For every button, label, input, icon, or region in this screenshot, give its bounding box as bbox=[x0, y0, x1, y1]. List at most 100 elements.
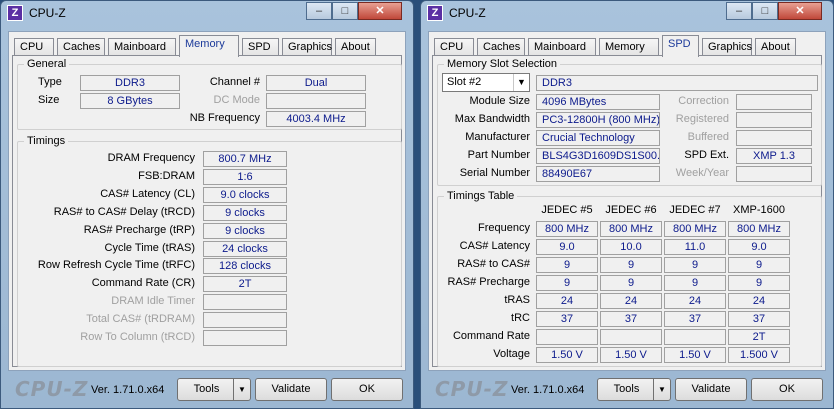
timings-row-label: tRC bbox=[511, 312, 530, 324]
client-area: CPU Caches Mainboard Memory SPD Graphics About… bbox=[428, 31, 826, 371]
tab-cpu[interactable]: CPU bbox=[434, 38, 474, 56]
maximize-button[interactable]: □ bbox=[752, 2, 778, 20]
slot-select[interactable]: Slot #2 ▼ bbox=[442, 73, 530, 92]
timings-cell bbox=[600, 329, 662, 345]
timings-cell: 9 bbox=[600, 275, 662, 291]
timing-label: Row To Column (tRCD) bbox=[80, 331, 195, 343]
general-legend: General bbox=[27, 58, 67, 70]
tab-graphics[interactable]: Graphics bbox=[282, 38, 332, 56]
timings-cell: 9 bbox=[664, 257, 726, 273]
tab-memory[interactable]: Memory bbox=[599, 38, 659, 56]
module-info-value: XMP 1.3 bbox=[736, 148, 812, 164]
client-area: CPU Caches Mainboard Memory SPD Graphics About… bbox=[8, 31, 406, 371]
bottom-bar: CPU-Z Ver. 1.71.0.x64 Tools ▼ Validate O… bbox=[1, 371, 413, 408]
cpuz-logo: CPU-Z bbox=[15, 377, 89, 401]
timings-row-label: tRAS bbox=[504, 294, 530, 306]
spd-memory-type: DDR3 bbox=[536, 75, 818, 91]
timing-value: 2T bbox=[203, 276, 287, 293]
timings-cell: 24 bbox=[728, 293, 790, 309]
window-title: CPU-Z bbox=[449, 6, 486, 20]
type-label: Type bbox=[38, 76, 62, 88]
validate-button[interactable]: Validate bbox=[675, 378, 747, 401]
tab-mainboard[interactable]: Mainboard bbox=[528, 38, 596, 56]
slot-select-value: Slot #2 bbox=[447, 76, 482, 88]
title-bar[interactable]: Z CPU-Z – □ ✕ bbox=[1, 1, 413, 27]
timings-cell: 10.0 bbox=[600, 239, 662, 255]
memory-panel: General Type DDR3 Size 8 GBytes Channel … bbox=[12, 55, 402, 367]
minimize-button[interactable]: – bbox=[306, 2, 332, 20]
timings-cell: 800 MHz bbox=[728, 221, 790, 237]
timing-value bbox=[203, 294, 287, 311]
timings-row-label: Command Rate bbox=[452, 330, 530, 342]
timing-value: 1:6 bbox=[203, 168, 287, 185]
module-info-label: SPD Ext. bbox=[684, 149, 729, 161]
timing-label: Total CAS# (tRDRAM) bbox=[86, 313, 195, 326]
minimize-button[interactable]: – bbox=[726, 2, 752, 20]
tools-dropdown-icon[interactable]: ▼ bbox=[233, 379, 250, 400]
module-info-label: Manufacturer bbox=[465, 131, 530, 143]
timings-cell: 9 bbox=[536, 257, 598, 273]
spd-panel: Memory Slot Selection Slot #2 ▼ DDR3 Mod… bbox=[432, 55, 822, 367]
window-title: CPU-Z bbox=[29, 6, 66, 20]
tab-caches[interactable]: Caches bbox=[57, 38, 105, 56]
tools-label: Tools bbox=[613, 383, 640, 395]
timings-cell: 9 bbox=[728, 275, 790, 291]
ok-button[interactable]: OK bbox=[331, 378, 403, 401]
tab-mainboard[interactable]: Mainboard bbox=[108, 38, 176, 56]
timings-cell: 1.50 V bbox=[664, 347, 726, 363]
tab-caches[interactable]: Caches bbox=[477, 38, 525, 56]
timings-cell: 24 bbox=[600, 293, 662, 309]
column-header: JEDEC #5 bbox=[541, 204, 593, 216]
module-info-value bbox=[736, 130, 812, 146]
cpuz-window-spd: Z CPU-Z – □ ✕ CPU Caches Mainboard Memory SP… bbox=[420, 0, 834, 409]
chevron-down-icon[interactable]: ▼ bbox=[513, 74, 529, 91]
tab-memory[interactable]: Memory bbox=[179, 35, 239, 57]
timings-cell: 1.50 V bbox=[600, 347, 662, 363]
validate-button[interactable]: Validate bbox=[255, 378, 327, 401]
tools-dropdown-icon[interactable]: ▼ bbox=[653, 379, 670, 400]
tab-cpu[interactable]: CPU bbox=[14, 38, 54, 56]
close-button[interactable]: ✕ bbox=[358, 2, 402, 20]
tab-about[interactable]: About bbox=[335, 38, 376, 56]
timing-label: DRAM Idle Timer bbox=[111, 295, 195, 308]
timings-cell: 9 bbox=[600, 257, 662, 273]
tools-button[interactable]: Tools ▼ bbox=[597, 378, 671, 401]
tab-about[interactable]: About bbox=[755, 38, 796, 56]
timing-value: 800.7 MHz bbox=[203, 151, 287, 167]
timings-cell: 37 bbox=[664, 311, 726, 327]
tab-graphics[interactable]: Graphics bbox=[702, 38, 752, 56]
timing-label: RAS# Precharge (tRP) bbox=[83, 223, 195, 236]
timings-cell: 24 bbox=[536, 293, 598, 309]
timings-cell: 37 bbox=[728, 311, 790, 327]
column-header: XMP-1600 bbox=[733, 204, 785, 216]
timings-row-label: Voltage bbox=[493, 348, 530, 360]
timings-cell: 800 MHz bbox=[536, 221, 598, 237]
cpuz-app-icon: Z bbox=[427, 5, 443, 21]
slot-selection-legend: Memory Slot Selection bbox=[447, 58, 558, 70]
timings-row-label: CAS# Latency bbox=[459, 240, 530, 252]
tools-button[interactable]: Tools ▼ bbox=[177, 378, 251, 401]
dc-mode-value bbox=[266, 93, 366, 109]
close-button[interactable]: ✕ bbox=[778, 2, 822, 20]
module-info-label: Max Bandwidth bbox=[454, 113, 530, 125]
title-bar[interactable]: Z CPU-Z – □ ✕ bbox=[421, 1, 833, 27]
ok-button[interactable]: OK bbox=[751, 378, 823, 401]
timing-value bbox=[203, 330, 287, 346]
module-info-value bbox=[736, 112, 812, 128]
module-info-label: Part Number bbox=[467, 149, 530, 161]
channel-value: Dual bbox=[266, 75, 366, 91]
module-info-value: 88490E67 bbox=[536, 166, 660, 182]
tab-spd[interactable]: SPD bbox=[662, 35, 699, 57]
tab-spd[interactable]: SPD bbox=[242, 38, 279, 56]
timing-label: Row Refresh Cycle Time (tRFC) bbox=[37, 259, 195, 272]
timing-value bbox=[203, 312, 287, 329]
maximize-button[interactable]: □ bbox=[332, 2, 358, 20]
nb-frequency-label: NB Frequency bbox=[189, 112, 260, 124]
timing-label: FSB:DRAM bbox=[138, 169, 195, 182]
channel-label: Channel # bbox=[209, 76, 260, 88]
module-info-value bbox=[736, 94, 812, 110]
timings-row-label: Frequency bbox=[478, 222, 530, 234]
timings-cell: 9.0 bbox=[728, 239, 790, 255]
timings-cell: 800 MHz bbox=[664, 221, 726, 237]
timings-cell bbox=[664, 329, 726, 345]
